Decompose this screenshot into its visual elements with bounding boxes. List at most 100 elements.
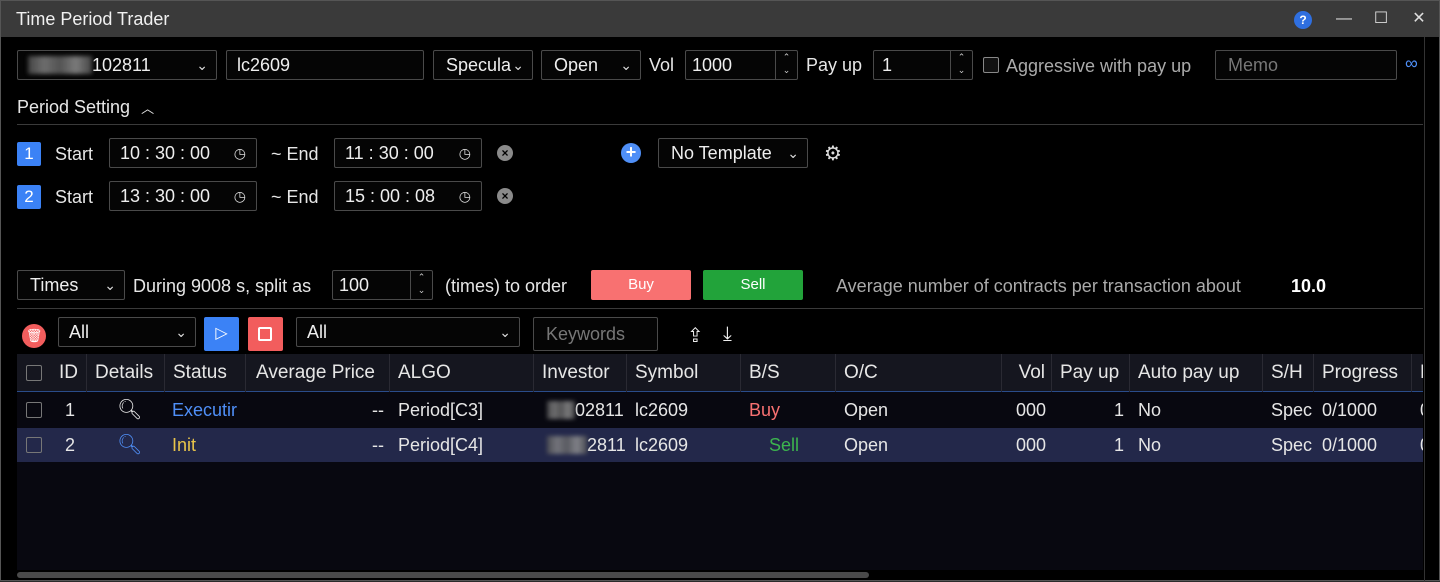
gear-icon[interactable]: ⚙ [824,141,842,166]
cell-vol: 000 [1015,435,1046,455]
cell-avg-price: -- [372,435,384,455]
chevron-down-icon: ⌄ [175,324,187,340]
table-header: ID Details Status Average Price ALGO Inv… [17,354,1423,392]
start-time-input[interactable]: 10 : 30 : 00 ◷ [109,138,257,168]
split-count-stepper[interactable]: 100 ⌃ ⌄ [332,270,433,300]
cell-vol: 000 [1015,400,1046,420]
stepper-arrows[interactable]: ⌃ ⌄ [775,51,797,79]
sell-button[interactable]: Sell [703,270,803,300]
start-label: Start [55,187,94,207]
split-mode-select[interactable]: Times ⌄ [17,270,125,300]
account-select[interactable]: 102811 ⌄ [17,50,217,80]
cell-sh: Spec [1271,435,1313,455]
buy-button[interactable]: Buy [591,270,691,300]
col-avg-price[interactable]: Average Price [246,354,390,392]
col-progress[interactable]: Progress [1314,354,1412,392]
col-oc[interactable]: O/C [836,354,1002,392]
end-time-input[interactable]: 15 : 00 : 08 ◷ [334,181,482,211]
cell-oc: Open [844,435,889,455]
avg-contracts-label: Average number of contracts per transact… [836,276,1241,296]
col-payup[interactable]: Pay up [1052,354,1130,392]
cell-p: 0 [1412,428,1423,462]
cell-symbol: lc2609 [635,400,689,420]
start-time-input[interactable]: 13 : 30 : 00 ◷ [109,181,257,211]
cell-progress: 0/1000 [1322,435,1378,455]
filter-select-1[interactable]: All ⌄ [58,317,196,347]
cell-status: Init [172,435,197,455]
import-icon[interactable]: ⤓ [723,323,732,346]
remove-icon[interactable]: × [497,145,513,161]
window-title: Time Period Trader [16,9,170,29]
col-auto-payup[interactable]: Auto pay up [1130,354,1263,392]
col-symbol[interactable]: Symbol [627,354,741,392]
col-id[interactable]: ID [51,354,87,392]
order-suffix: (times) to order [445,276,568,296]
export-icon[interactable]: ⇪ [687,323,704,348]
symbol-input[interactable]: lc2609 [226,50,424,80]
avg-contracts-value: 10.0 [1291,276,1327,296]
vol-label: Vol [649,55,675,75]
vol-stepper[interactable]: 1000 ⌃ ⌄ [685,50,798,80]
chevron-down-icon: ⌄ [196,57,208,73]
stop-icon[interactable] [248,317,283,351]
col-algo[interactable]: ALGO [390,354,534,392]
start-label: Start [55,144,94,164]
cell-id: 1 [65,400,76,420]
maximize-icon[interactable]: ☐ [1370,8,1392,30]
period-setting-label[interactable]: Period Setting ︿ [17,97,154,118]
col-investor[interactable]: Investor [534,354,627,392]
col-status[interactable]: Status [165,354,246,392]
cell-bs: Buy [749,400,781,420]
collapse-icon: ︿ [141,101,155,116]
delete-icon[interactable]: 🗑 [22,324,46,348]
row-checkbox[interactable] [26,402,42,418]
table-row[interactable]: 2 🔍︎ Init -- Period[C4] 2811 lc2609 Sell… [17,428,1423,462]
cell-auto-payup: No [1138,400,1162,420]
cell-investor: 02811 [539,393,627,427]
col-vol[interactable]: Vol [1002,354,1052,392]
keywords-input[interactable]: Keywords [533,317,658,351]
stepper-arrows[interactable]: ⌃ ⌄ [410,271,432,299]
add-icon[interactable]: + [621,143,641,163]
cell-algo: Period[C4] [398,435,484,455]
col-bs[interactable]: B/S [741,354,836,392]
search-icon[interactable]: 🔍︎ [109,428,142,462]
memo-input[interactable]: Memo [1215,50,1397,80]
search-icon[interactable]: 🔍︎ [109,393,142,427]
cell-sh: Spec [1271,400,1313,420]
close-icon[interactable]: ✕ [1408,8,1430,30]
cell-avg-price: -- [372,400,384,420]
link-icon[interactable]: ∞ [1405,53,1418,74]
aggressive-label: Aggressive with pay up [1006,56,1192,76]
col-sh[interactable]: S/H [1263,354,1314,392]
clock-icon: ◷ [233,145,246,161]
cell-bs: Sell [769,435,800,455]
account-masked [28,56,92,74]
stepper-arrows[interactable]: ⌃ ⌄ [950,51,972,79]
cell-status: Executir [172,400,238,420]
payup-label: Pay up [806,55,863,75]
horizontal-scrollbar[interactable] [17,572,869,578]
row-checkbox[interactable] [26,437,42,453]
cell-symbol: lc2609 [635,435,689,455]
filter-select-2[interactable]: All ⌄ [296,317,520,347]
aggressive-checkbox[interactable] [983,57,999,73]
end-time-input[interactable]: 11 : 30 : 00 ◷ [334,138,482,168]
payup-stepper[interactable]: 1 ⌃ ⌄ [873,50,973,80]
select-all-checkbox[interactable] [26,365,42,381]
hedge-select[interactable]: Specula ⌄ [433,50,533,80]
orders-table: ID Details Status Average Price ALGO Inv… [17,354,1423,570]
col-details[interactable]: Details [87,354,165,392]
minimize-icon[interactable]: — [1333,8,1355,30]
play-icon[interactable]: ▷ [204,317,239,351]
template-select[interactable]: No Template ⌄ [658,138,808,168]
clock-icon: ◷ [458,145,471,161]
remove-icon[interactable]: × [497,188,513,204]
table-row[interactable]: 1 🔍︎ Executir -- Period[C3] 02811 lc2609… [17,393,1423,427]
cell-p: 0 [1412,393,1423,427]
end-label: ~ End [271,187,319,207]
divider [17,124,1423,125]
open-close-select[interactable]: Open ⌄ [541,50,641,80]
col-p[interactable]: P [1412,354,1423,392]
help-icon[interactable]: ? [1294,11,1312,29]
